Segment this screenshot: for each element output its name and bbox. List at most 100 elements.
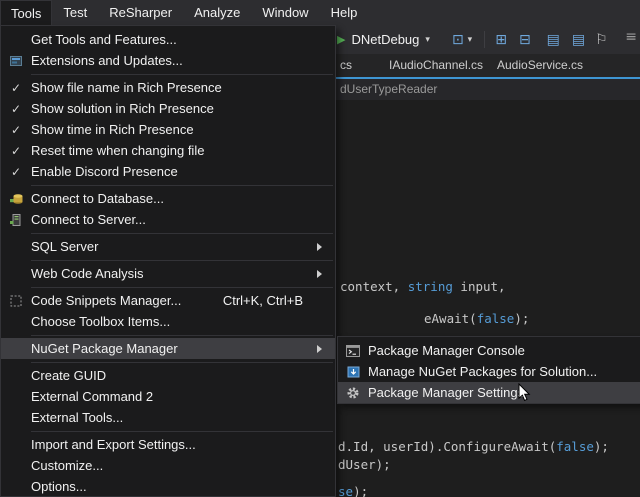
menu-gutter: ✓ bbox=[1, 144, 31, 158]
chevron-down-icon[interactable]: ▾ bbox=[425, 35, 430, 45]
checkmark-icon: ✓ bbox=[11, 123, 21, 137]
gear-icon bbox=[346, 386, 360, 400]
code-line: context, string input, bbox=[340, 279, 506, 294]
menu-item-nuget-package-manager[interactable]: NuGet Package Manager bbox=[1, 338, 335, 359]
menu-item-customize[interactable]: Customize... bbox=[1, 455, 335, 476]
document-tab[interactable]: cs bbox=[340, 58, 352, 72]
menu-separator bbox=[31, 233, 333, 234]
submenu-arrow-icon bbox=[317, 345, 322, 353]
menu-item-choose-toolbox-items[interactable]: Choose Toolbox Items... bbox=[1, 311, 335, 332]
menu-item-label: Code Snippets Manager... bbox=[31, 293, 223, 308]
submenu-arrow-icon bbox=[317, 243, 322, 251]
list-icon[interactable]: ▤ bbox=[572, 33, 585, 47]
list-icon[interactable]: ▤ bbox=[547, 33, 560, 47]
menu-item-label: Create GUID bbox=[31, 368, 331, 383]
menubar-item-tools[interactable]: Tools bbox=[0, 0, 52, 25]
menu-item-label: Customize... bbox=[31, 458, 331, 473]
toolbar-separator bbox=[484, 31, 485, 48]
split-window-icon[interactable]: ⊟ bbox=[519, 33, 531, 47]
submenu-arrow-box bbox=[317, 243, 331, 251]
menu-item-label: Show solution in Rich Presence bbox=[31, 101, 331, 116]
console-icon bbox=[346, 345, 360, 357]
toolbar-overflow-icon[interactable]: ≡ bbox=[625, 29, 637, 45]
menu-item-external-tools[interactable]: External Tools... bbox=[1, 407, 335, 428]
menu-item-label: Connect to Database... bbox=[31, 191, 331, 206]
menu-item-external-command-2[interactable]: External Command 2 bbox=[1, 386, 335, 407]
code-keyword: se bbox=[338, 484, 353, 497]
document-tab[interactable]: AudioService.cs bbox=[497, 58, 583, 72]
bookmark-icon[interactable]: ⚐ bbox=[595, 33, 608, 47]
menu-item-label: NuGet Package Manager bbox=[31, 341, 317, 356]
code-line: dUser); bbox=[338, 457, 391, 472]
menu-item-reset-time-when-changing-file[interactable]: ✓ Reset time when changing file bbox=[1, 140, 335, 161]
menu-item-label: Web Code Analysis bbox=[31, 266, 317, 281]
debug-target-dropdown[interactable]: DNetDebug bbox=[351, 32, 419, 47]
menu-item-create-guid[interactable]: Create GUID bbox=[1, 365, 335, 386]
menu-item-label: Enable Discord Presence bbox=[31, 164, 331, 179]
menu-gutter: ✓ bbox=[1, 102, 31, 116]
menubar-item-resharper[interactable]: ReSharper bbox=[98, 0, 183, 25]
menu-item-import-export-settings[interactable]: Import and Export Settings... bbox=[1, 434, 335, 455]
menubar: Tools Test ReSharper Analyze Window Help bbox=[0, 0, 640, 25]
menu-item-connect-to-server[interactable]: Connect to Server... bbox=[1, 209, 335, 230]
menu-item-label: SQL Server bbox=[31, 239, 317, 254]
menu-item-label: External Tools... bbox=[31, 410, 331, 425]
menu-item-code-snippets-manager[interactable]: Code Snippets Manager... Ctrl+K, Ctrl+B bbox=[1, 290, 335, 311]
menu-item-shortcut: Ctrl+K, Ctrl+B bbox=[223, 293, 303, 308]
tools-menu: Get Tools and Features... Extensions and… bbox=[0, 25, 336, 497]
checkmark-icon: ✓ bbox=[11, 81, 21, 95]
menu-item-web-code-analysis[interactable]: Web Code Analysis bbox=[1, 263, 335, 284]
menu-item-connect-to-database[interactable]: Connect to Database... bbox=[1, 188, 335, 209]
checkmark-icon: ✓ bbox=[11, 165, 21, 179]
start-debug-icon[interactable]: ▶ bbox=[337, 33, 345, 46]
menu-separator bbox=[31, 74, 333, 75]
menu-item-enable-discord-presence[interactable]: ✓ Enable Discord Presence bbox=[1, 161, 335, 182]
menu-item-label: Connect to Server... bbox=[31, 212, 331, 227]
menu-gutter bbox=[1, 193, 31, 205]
menu-item-show-time-rich-presence[interactable]: ✓ Show time in Rich Presence bbox=[1, 119, 335, 140]
menu-separator bbox=[31, 335, 333, 336]
menu-item-show-solution-rich-presence[interactable]: ✓ Show solution in Rich Presence bbox=[1, 98, 335, 119]
menu-gutter bbox=[1, 295, 31, 307]
menu-item-extensions-and-updates[interactable]: Extensions and Updates... bbox=[1, 50, 335, 71]
open-window-icon[interactable]: ⊞ bbox=[495, 33, 507, 47]
chevron-down-icon[interactable]: ▾ bbox=[468, 35, 473, 45]
document-tab[interactable]: IAudioChannel.cs bbox=[389, 58, 483, 72]
menu-item-package-manager-console[interactable]: Package Manager Console bbox=[338, 340, 640, 361]
menubar-item-help[interactable]: Help bbox=[320, 0, 369, 25]
menu-item-options[interactable]: Options... bbox=[1, 476, 335, 497]
menu-gutter: ✓ bbox=[1, 123, 31, 137]
menu-item-get-tools-and-features[interactable]: Get Tools and Features... bbox=[1, 29, 335, 50]
database-icon bbox=[10, 193, 23, 205]
menu-item-package-manager-settings[interactable]: Package Manager Settings bbox=[338, 382, 640, 403]
menu-item-show-file-name-rich-presence[interactable]: ✓ Show file name in Rich Presence bbox=[1, 77, 335, 98]
code-text: context, bbox=[340, 279, 408, 294]
packages-icon bbox=[347, 366, 360, 378]
menu-gutter: ✓ bbox=[1, 81, 31, 95]
menubar-item-window[interactable]: Window bbox=[251, 0, 319, 25]
menu-item-label: Package Manager Console bbox=[368, 343, 640, 358]
breadcrumb[interactable]: dUserTypeReader bbox=[340, 82, 437, 96]
menubar-item-analyze[interactable]: Analyze bbox=[183, 0, 251, 25]
process-icon[interactable]: ⊡ bbox=[452, 33, 464, 47]
menu-item-label: Import and Export Settings... bbox=[31, 437, 331, 452]
code-text: ); bbox=[514, 311, 529, 326]
menu-gutter bbox=[338, 386, 368, 400]
code-line: eAwait(false); bbox=[424, 311, 529, 326]
code-line: se); bbox=[338, 484, 368, 497]
code-text: ); bbox=[594, 439, 609, 454]
code-keyword: false bbox=[477, 311, 515, 326]
menu-separator bbox=[31, 287, 333, 288]
code-keyword: false bbox=[556, 439, 594, 454]
menubar-item-test[interactable]: Test bbox=[52, 0, 98, 25]
submenu-arrow-icon bbox=[317, 270, 322, 278]
menu-item-sql-server[interactable]: SQL Server bbox=[1, 236, 335, 257]
vs-window: context, string input, eAwait(false); d.… bbox=[0, 0, 640, 497]
checkmark-icon: ✓ bbox=[11, 102, 21, 116]
code-text: input, bbox=[453, 279, 506, 294]
menu-item-manage-nuget-packages-for-solution[interactable]: Manage NuGet Packages for Solution... bbox=[338, 361, 640, 382]
menu-gutter bbox=[338, 366, 368, 378]
mouse-cursor bbox=[518, 383, 531, 407]
code-text: eAwait( bbox=[424, 311, 477, 326]
server-icon bbox=[10, 214, 22, 226]
